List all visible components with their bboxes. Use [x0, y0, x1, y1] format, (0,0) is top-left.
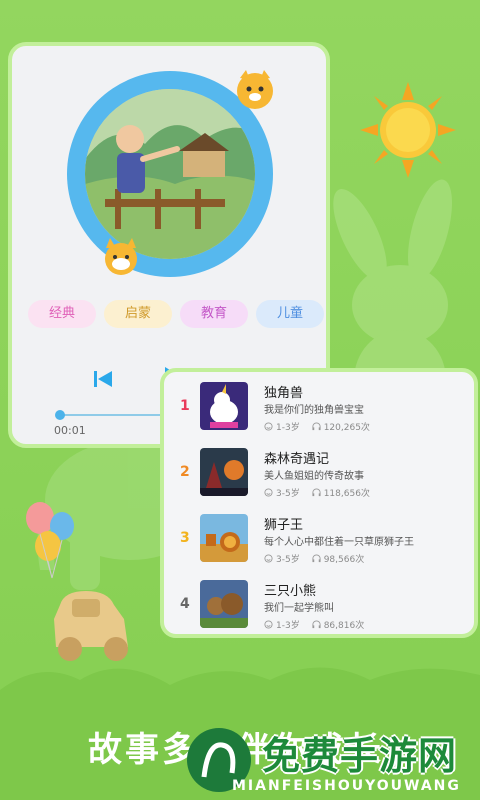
- story-description: 我是你们的独角兽宝宝: [264, 405, 364, 416]
- album-cover[interactable]: [85, 89, 255, 259]
- age-range: 1-3岁: [276, 621, 300, 631]
- headphones-icon: [312, 554, 321, 563]
- list-item[interactable]: 3 狮子王 每个人心中都住着一只草原狮子王 3-5岁 98,566次: [164, 508, 474, 572]
- story-thumbnail: [200, 448, 248, 496]
- site-brand-name: 免费手游网: [262, 734, 458, 778]
- headphones-icon: [312, 488, 321, 497]
- smile-icon: [264, 488, 273, 497]
- age-range: 3-5岁: [276, 489, 300, 499]
- story-title: 森林奇遇记: [264, 452, 330, 467]
- current-time: 00:01: [54, 424, 86, 437]
- story-meta: 1-3岁 120,265次: [264, 420, 370, 433]
- smile-icon: [264, 620, 273, 629]
- story-description: 我们一起学熊叫: [264, 603, 334, 614]
- rank-number: 2: [180, 464, 190, 480]
- tiger-sticker-icon: [237, 70, 273, 109]
- smile-icon: [264, 422, 273, 431]
- tag-classic[interactable]: 经典: [28, 300, 96, 328]
- story-thumbnail: [200, 514, 248, 562]
- story-meta: 3-5岁 118,656次: [264, 486, 370, 499]
- smile-icon: [264, 554, 273, 563]
- tag-education[interactable]: 教育: [180, 300, 248, 328]
- story-description: 美人鱼姐姐的传奇故事: [264, 471, 364, 482]
- story-thumbnail: [200, 382, 248, 430]
- cat-sticker-icon: [105, 238, 137, 275]
- play-count: 120,265次: [323, 423, 370, 433]
- list-item[interactable]: 1 独角兽 我是你们的独角兽宝宝 1-3岁 120,265次: [164, 376, 474, 440]
- story-list: 1 独角兽 我是你们的独角兽宝宝 1-3岁 120,265次 2 森林奇遇记 美…: [160, 368, 478, 638]
- balloons-decoration: [26, 502, 74, 579]
- story-thumbnail: [200, 580, 248, 628]
- tag-children[interactable]: 儿童: [256, 300, 324, 328]
- rank-number: 4: [180, 596, 190, 612]
- list-item[interactable]: 2 森林奇遇记 美人鱼姐姐的传奇故事 3-5岁 118,656次: [164, 442, 474, 506]
- rank-number: 1: [180, 398, 190, 414]
- rank-number: 3: [180, 530, 190, 546]
- play-count: 118,656次: [323, 489, 370, 499]
- progress-knob[interactable]: [55, 410, 65, 420]
- wooden-car-decoration: [54, 591, 128, 661]
- list-item[interactable]: 4 三只小熊 我们一起学熊叫 1-3岁 86,816次: [164, 574, 474, 638]
- sun-icon: [360, 82, 456, 178]
- story-title: 三只小熊: [264, 584, 317, 599]
- story-meta: 1-3岁 86,816次: [264, 618, 364, 631]
- category-tags: 经典 启蒙 教育 儿童: [28, 300, 324, 328]
- story-title: 狮子王: [264, 518, 304, 533]
- site-brand-pinyin: MIANFEISHOUYOUWANG: [232, 778, 461, 794]
- tag-enlightenment[interactable]: 启蒙: [104, 300, 172, 328]
- play-count: 86,816次: [323, 621, 365, 631]
- story-description: 每个人心中都住着一只草原狮子王: [264, 537, 414, 548]
- story-title: 独角兽: [264, 386, 304, 401]
- headphones-icon: [312, 422, 321, 431]
- previous-track-icon[interactable]: [92, 368, 114, 390]
- progress-track[interactable]: [58, 414, 173, 416]
- age-range: 3-5岁: [276, 555, 300, 565]
- headphones-icon: [312, 620, 321, 629]
- story-meta: 3-5岁 98,566次: [264, 552, 364, 565]
- age-range: 1-3岁: [276, 423, 300, 433]
- play-count: 98,566次: [323, 555, 365, 565]
